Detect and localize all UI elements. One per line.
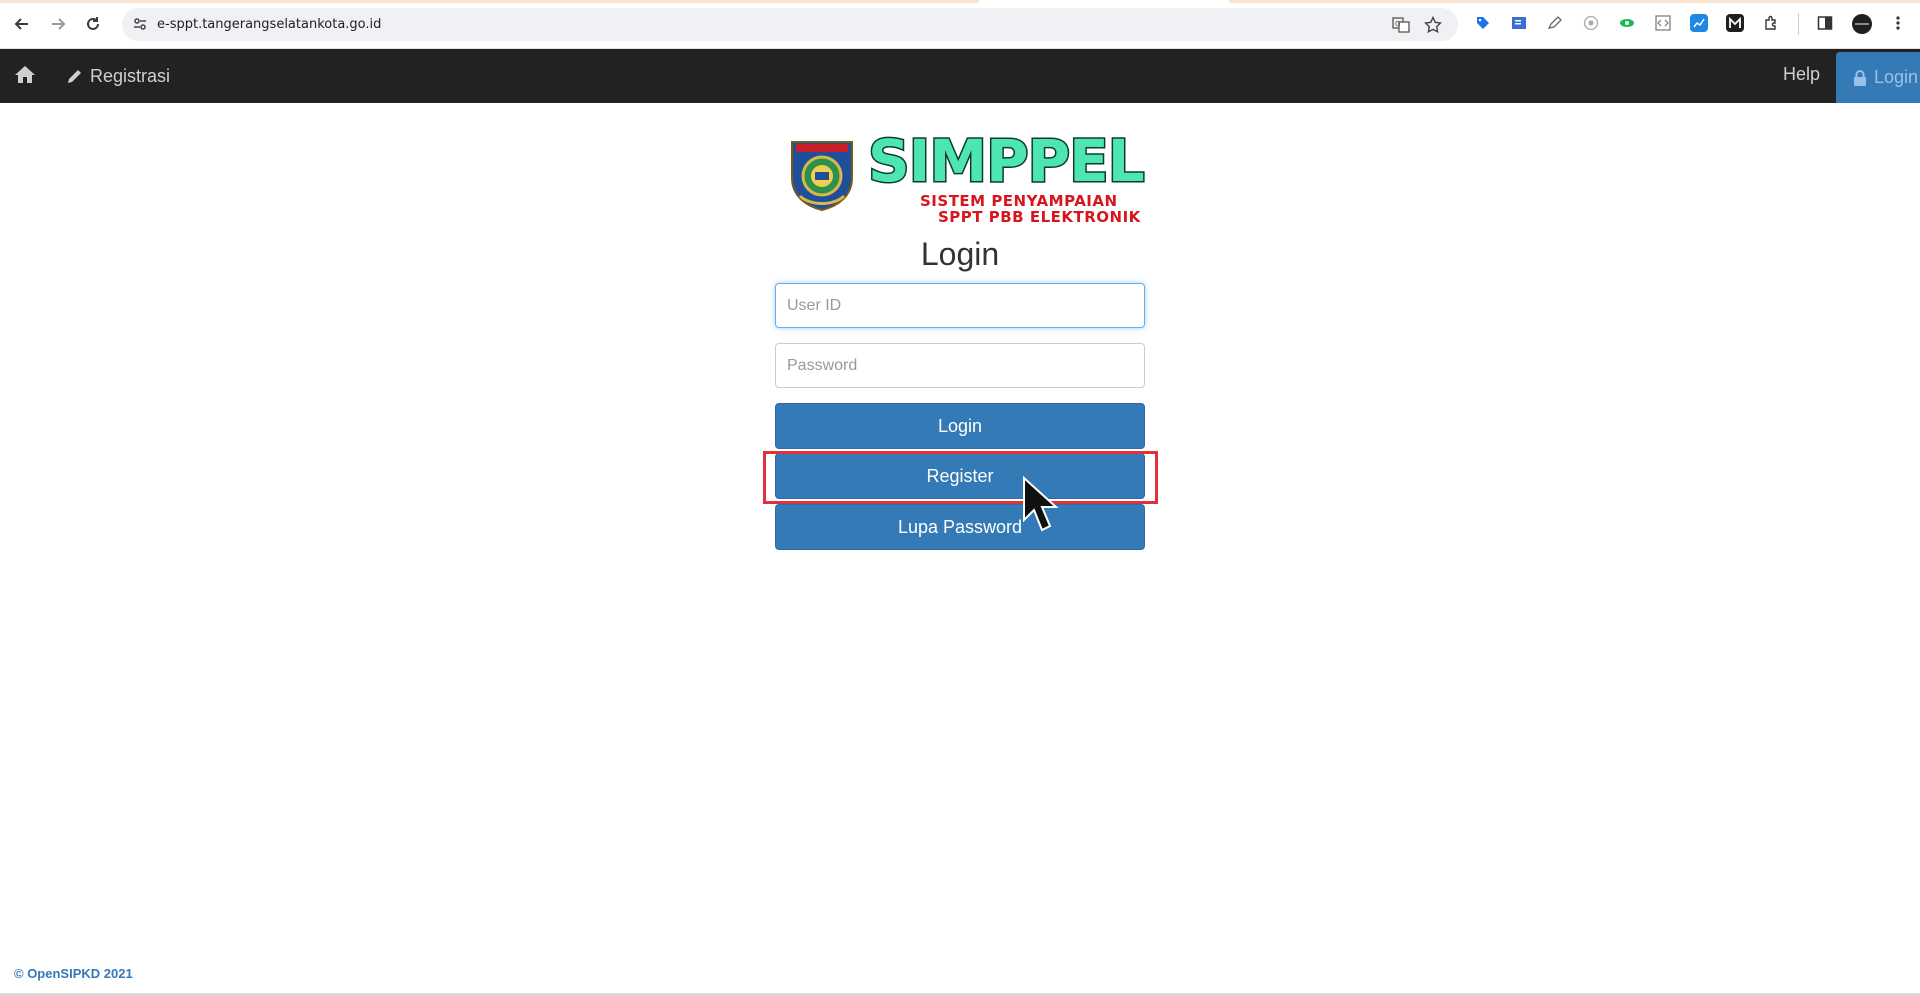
puzzle-icon[interactable]	[1762, 14, 1780, 32]
home-icon[interactable]	[12, 62, 38, 88]
sidepanel-icon[interactable]	[1816, 14, 1834, 32]
code-ext-icon[interactable]	[1654, 14, 1672, 32]
password-input[interactable]	[775, 343, 1145, 388]
eye-ext-icon[interactable]	[1618, 14, 1636, 32]
pencil-icon	[68, 68, 83, 83]
address-bar[interactable]: e-sppt.tangerangselatankota.go.id G	[122, 8, 1458, 41]
pen-ext-icon[interactable]	[1546, 14, 1564, 32]
star-icon[interactable]	[1423, 15, 1443, 35]
forward-icon[interactable]	[46, 12, 70, 36]
m-ext-icon[interactable]	[1726, 14, 1744, 32]
tag-ext-icon[interactable]	[1474, 14, 1492, 32]
browser-toolbar: e-sppt.tangerangselatankota.go.id G	[0, 0, 1920, 49]
svg-text:G: G	[1395, 20, 1400, 28]
back-icon[interactable]	[10, 12, 34, 36]
login-button[interactable]: Login	[775, 403, 1145, 449]
brand-subtitle-line2: SPPT PBB ELEKTRONIK	[938, 208, 1141, 226]
forgot-password-button[interactable]: Lupa Password	[775, 504, 1145, 550]
nav-login-button[interactable]: Login	[1836, 52, 1920, 103]
translate-icon[interactable]: G	[1391, 15, 1411, 35]
footer-copyright: © OpenSIPKD 2021	[14, 966, 133, 981]
brand-wordmark: SIMPPEL	[867, 127, 1147, 195]
simppel-logo: SIMPPEL SISTEM PENYAMPAIAN SPPT PBB ELEK…	[786, 131, 1146, 226]
reload-icon[interactable]	[81, 12, 105, 36]
userid-input[interactable]	[775, 283, 1145, 328]
site-navbar: Registrasi Help Login	[0, 49, 1920, 103]
nav-registrasi-label: Registrasi	[90, 65, 171, 86]
chart-ext-icon[interactable]	[1690, 14, 1708, 32]
nav-registrasi-link[interactable]: Registrasi	[66, 63, 170, 89]
chrome-ext-icon[interactable]	[1582, 14, 1600, 32]
profile-avatar-icon[interactable]	[1852, 14, 1872, 34]
toolbar-divider	[1798, 13, 1799, 35]
site-info-icon[interactable]	[132, 16, 148, 32]
menu-kebab-icon[interactable]	[1889, 14, 1907, 32]
mouse-cursor-icon	[1023, 476, 1059, 532]
city-seal-icon	[791, 141, 853, 212]
tab-strip-accent	[0, 0, 1920, 3]
login-heading: Login	[920, 236, 1000, 272]
nav-help-link[interactable]: Help	[1783, 64, 1820, 85]
url-text[interactable]: e-sppt.tangerangselatankota.go.id	[157, 17, 381, 32]
nav-login-label: Login	[1874, 67, 1919, 87]
lock-icon	[1854, 69, 1866, 86]
register-highlight-box	[763, 451, 1158, 504]
reader-ext-icon[interactable]	[1510, 14, 1528, 32]
